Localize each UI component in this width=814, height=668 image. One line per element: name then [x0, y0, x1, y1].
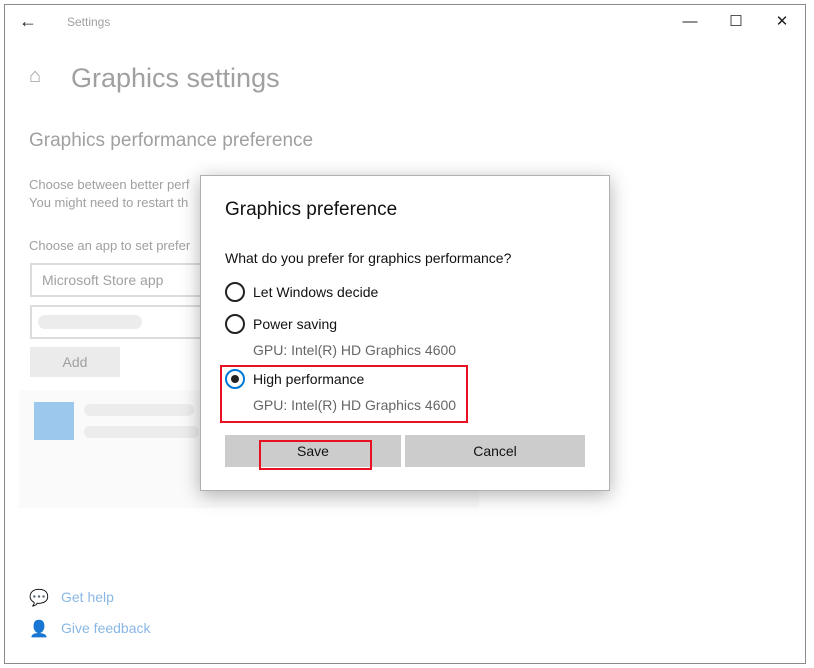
radio-let-windows-decide[interactable] [225, 282, 245, 302]
maximize-button[interactable]: ☐ [713, 5, 759, 37]
blurred-app-path [84, 426, 199, 438]
app-select-field[interactable] [30, 305, 210, 339]
close-button[interactable]: ✕ [759, 5, 805, 37]
option-label-power-saving: Power saving [253, 316, 338, 332]
get-help-link[interactable]: Get help [61, 589, 114, 605]
blurred-app-name [38, 315, 142, 329]
feedback-icon: 👤 [29, 621, 49, 638]
description-line-1: Choose between better perf [29, 177, 190, 192]
choose-app-label: Choose an app to set prefer [29, 238, 191, 253]
window-title: Settings [67, 15, 111, 29]
app-type-value: Microsoft Store app [42, 272, 164, 288]
cancel-button[interactable]: Cancel [405, 435, 585, 467]
graphics-preference-dialog: Graphics preference What do you prefer f… [200, 175, 610, 491]
blurred-app-title [84, 404, 194, 416]
radio-power-saving[interactable] [225, 314, 245, 334]
dialog-question: What do you prefer for graphics performa… [225, 250, 512, 266]
minimize-button[interactable]: — [667, 5, 713, 37]
help-icon: 💬 [29, 590, 49, 607]
page-title: Graphics settings [71, 63, 280, 93]
highlight-box-save [259, 440, 372, 470]
dialog-title: Graphics preference [225, 199, 398, 220]
app-type-dropdown[interactable]: Microsoft Store app [30, 263, 210, 297]
give-feedback-link[interactable]: Give feedback [61, 620, 151, 636]
power-saving-gpu: GPU: Intel(R) HD Graphics 4600 [253, 342, 457, 358]
add-button[interactable]: Add [30, 347, 120, 377]
description-line-2: You might need to restart th [29, 195, 189, 210]
home-icon[interactable]: ⌂ [29, 65, 41, 88]
option-label-let-windows-decide: Let Windows decide [253, 284, 379, 300]
section-title: Graphics performance preference [29, 130, 314, 151]
app-icon [34, 402, 74, 440]
back-button[interactable]: ← [5, 5, 51, 37]
highlight-box-high-performance [220, 365, 468, 423]
